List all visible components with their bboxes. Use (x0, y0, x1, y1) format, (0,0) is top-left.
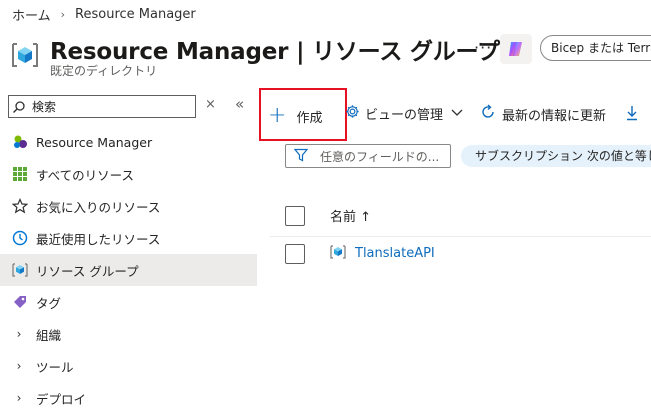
collapse-sidebar-icon[interactable]: « (235, 95, 244, 113)
sidebar-item-label: 組織 (36, 327, 62, 343)
resource-group-icon (330, 244, 346, 260)
breadcrumb-current[interactable]: Resource Manager (75, 7, 196, 22)
sidebar-item-label: すべてのリソース (36, 167, 135, 183)
sidebar-item-label: デプロイ (36, 391, 87, 407)
breadcrumb-separator-icon: › (60, 8, 66, 21)
sidebar-search[interactable] (8, 95, 196, 118)
column-header-name[interactable]: 名前 ↑ (330, 206, 371, 225)
sidebar-item-label: Resource Manager (36, 134, 153, 150)
sidebar-item-label: リソース グループ (36, 263, 139, 279)
sidebar-item-resource-groups[interactable]: リソース グループ (0, 254, 257, 286)
plus-icon: + (268, 103, 287, 128)
chevron-down-icon (451, 107, 463, 120)
filter-input[interactable]: 任意のフィールドの... (285, 144, 451, 168)
sidebar-item-resource-manager[interactable]: Resource Manager (0, 126, 257, 158)
gear-icon (345, 104, 360, 123)
chevron-right-icon: › (16, 327, 22, 341)
create-button[interactable]: + 作成 (268, 100, 322, 132)
breadcrumb-home[interactable]: ホーム (12, 5, 51, 24)
sidebar-item-label: ツール (36, 359, 74, 375)
sidebar-item-label: 最近使用したリソース (36, 231, 161, 247)
chevron-right-icon: › (16, 391, 22, 405)
sidebar-search-input[interactable] (32, 99, 182, 114)
download-icon[interactable] (625, 105, 639, 125)
clock-icon (12, 230, 28, 246)
sidebar-item-favorites[interactable]: お気に入りのリソース (0, 190, 257, 222)
bicep-terraform-button[interactable]: Bicep または Terraform (540, 35, 651, 61)
sidebar-item-all-resources[interactable]: すべてのリソース (0, 158, 257, 190)
manage-view-label: ビューの管理 (365, 108, 444, 123)
select-all-checkbox[interactable] (285, 206, 305, 226)
sidebar-item-label: タグ (36, 295, 62, 311)
resource-group-link[interactable]: TlanslateAPI (355, 246, 435, 261)
sidebar-item-tags[interactable]: タグ (0, 286, 257, 318)
star-icon (12, 198, 28, 214)
sidebar-item-tools[interactable]: › ツール (0, 350, 257, 382)
page-subtitle: 既定のディレクトリ (50, 64, 158, 78)
sidebar-item-recent[interactable]: 最近使用したリソース (0, 222, 257, 254)
subscription-filter-pill[interactable]: サブスクリプション 次の値と等しい すべて (461, 145, 651, 167)
sidebar-nav: Resource Manager すべてのリソース お気に入りのリソース 最近使… (0, 126, 257, 412)
search-icon (13, 100, 25, 113)
refresh-button[interactable]: 最新の情報に更新 (480, 104, 606, 124)
refresh-icon (480, 104, 496, 124)
more-actions-icon[interactable]: ··· (474, 38, 492, 57)
resource-manager-icon (12, 134, 28, 150)
clear-search-icon[interactable]: × (205, 97, 216, 112)
manage-view-button[interactable]: ビューの管理 (345, 104, 463, 123)
resource-group-icon (12, 262, 28, 278)
page-title: Resource Manager | リソース グループ (50, 39, 500, 65)
sidebar-item-label: お気に入りのリソース (36, 199, 161, 215)
table-divider (270, 236, 651, 237)
row-checkbox[interactable] (285, 244, 305, 264)
refresh-label: 最新の情報に更新 (502, 108, 607, 124)
resource-group-header-icon (10, 40, 40, 70)
grid-icon (12, 166, 28, 182)
filter-placeholder: 任意のフィールドの... (320, 149, 440, 164)
filter-icon (293, 148, 309, 165)
breadcrumb: ホーム › Resource Manager (12, 5, 196, 24)
tag-icon (12, 294, 28, 310)
sidebar-item-deploy[interactable]: › デプロイ (0, 382, 257, 412)
create-label: 作成 (296, 110, 323, 126)
sidebar-item-organization[interactable]: › 組織 (0, 318, 257, 350)
copilot-icon[interactable] (500, 34, 532, 64)
chevron-right-icon: › (16, 359, 22, 373)
